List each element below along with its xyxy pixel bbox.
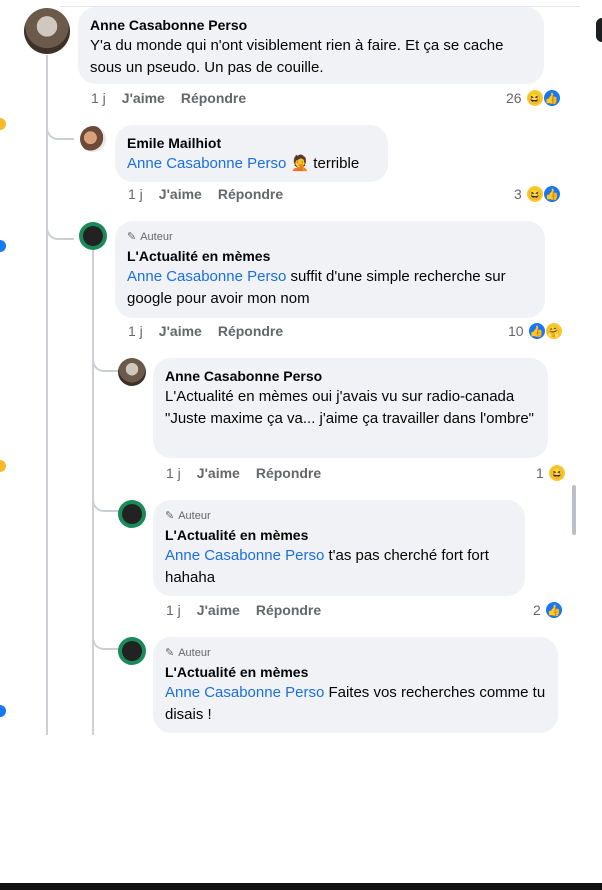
comment-bubble: Anne Casabonne Perso L'Actualité en mème… bbox=[153, 358, 548, 458]
comment-time[interactable]: 1 j bbox=[166, 465, 181, 481]
side-reaction-icon bbox=[0, 240, 6, 252]
reply-button[interactable]: Répondre bbox=[218, 186, 283, 202]
comment-text: L'Actualité en mèmes oui j'avais vu sur … bbox=[165, 388, 535, 427]
comment-author[interactable]: Anne Casabonne Perso bbox=[165, 367, 536, 386]
comment-author[interactable]: L'Actualité en mèmes bbox=[127, 247, 533, 266]
author-badge: ✎ Auteur bbox=[165, 647, 211, 659]
thread-connector bbox=[46, 220, 74, 240]
comment-time[interactable]: 1 j bbox=[166, 602, 181, 618]
avatar[interactable] bbox=[118, 637, 146, 665]
mention-link[interactable]: Anne Casabonne Perso bbox=[165, 547, 324, 564]
bottom-edge bbox=[0, 883, 602, 890]
comment-time[interactable]: 1 j bbox=[128, 323, 143, 339]
like-button[interactable]: J'aime bbox=[159, 186, 202, 202]
reply-button[interactable]: Répondre bbox=[256, 602, 321, 618]
like-icon: 👍 bbox=[527, 322, 546, 340]
reaction-summary[interactable]: 1 😆 bbox=[536, 464, 566, 482]
like-icon: 👍 bbox=[542, 89, 561, 107]
reaction-count: 2 bbox=[533, 602, 541, 618]
comment-bubble: ✎ Auteur L'Actualité en mèmes Anne Casabo… bbox=[153, 500, 525, 596]
reply-button[interactable]: Répondre bbox=[218, 323, 283, 339]
author-badge: ✎ Auteur bbox=[127, 231, 173, 243]
comment-author[interactable]: L'Actualité en mèmes bbox=[165, 526, 513, 545]
haha-icon: 😆 bbox=[525, 89, 544, 107]
like-button[interactable]: J'aime bbox=[197, 602, 240, 618]
comment-author[interactable]: L'Actualité en mèmes bbox=[165, 663, 546, 682]
comment-actions: 1 j J'aime Répondre bbox=[166, 602, 321, 618]
reaction-count: 1 bbox=[536, 465, 544, 481]
thread-connector bbox=[92, 630, 120, 650]
avatar[interactable] bbox=[118, 500, 146, 528]
comment-time[interactable]: 1 j bbox=[128, 186, 143, 202]
like-icon: 👍 bbox=[542, 185, 561, 203]
like-icon: 👍 bbox=[544, 601, 563, 619]
like-button[interactable]: J'aime bbox=[197, 465, 240, 481]
pencil-icon: ✎ bbox=[165, 510, 175, 522]
mention-link[interactable]: Anne Casabonne Perso bbox=[165, 684, 324, 701]
reaction-count: 3 bbox=[514, 186, 522, 202]
side-reaction-icon bbox=[0, 705, 6, 717]
comment-actions: 1 j J'aime Répondre bbox=[128, 323, 283, 339]
reaction-summary[interactable]: 26 😆 👍 bbox=[506, 89, 561, 107]
comment-bubble: Emile Mailhiot Anne Casabonne Perso 🤦 te… bbox=[115, 125, 388, 182]
side-reaction-icon bbox=[0, 118, 6, 130]
avatar[interactable] bbox=[118, 358, 146, 386]
reaction-count: 10 bbox=[508, 323, 524, 339]
mention-link[interactable]: Anne Casabonne Perso bbox=[127, 268, 286, 285]
reply-button[interactable]: Répondre bbox=[181, 90, 246, 106]
mention-link[interactable]: Anne Casabonne Perso bbox=[127, 155, 286, 172]
comment-author[interactable]: Anne Casabonne Perso bbox=[90, 16, 532, 35]
comment-time[interactable]: 1 j bbox=[91, 90, 106, 106]
avatar[interactable] bbox=[24, 8, 70, 54]
comment-bubble: ✎ Auteur L'Actualité en mèmes Anne Casabo… bbox=[153, 637, 558, 733]
comment-author[interactable]: Emile Mailhiot bbox=[127, 134, 376, 153]
reply-button[interactable]: Répondre bbox=[256, 465, 321, 481]
comment-text: terrible bbox=[309, 155, 360, 172]
comment-actions: 1 j J'aime Répondre bbox=[166, 465, 321, 481]
reaction-summary[interactable]: 3 😆 👍 bbox=[514, 185, 561, 203]
pencil-icon: ✎ bbox=[127, 231, 137, 243]
scrollbar[interactable] bbox=[572, 485, 576, 535]
comment-text: Y'a du monde qui n'ont visiblement rien … bbox=[90, 37, 504, 76]
comment-actions: 1 j J'aime Répondre bbox=[128, 186, 283, 202]
pencil-icon: ✎ bbox=[165, 647, 175, 659]
haha-icon: 😆 bbox=[525, 185, 544, 203]
comment-actions: 1 j J'aime Répondre bbox=[91, 90, 246, 106]
care-icon: 🤗 bbox=[544, 322, 563, 340]
facepalm-emoji: 🤦 bbox=[290, 155, 310, 172]
like-button[interactable]: J'aime bbox=[159, 323, 202, 339]
comment-bubble: Anne Casabonne Perso Y'a du monde qui n'… bbox=[78, 7, 544, 84]
reaction-summary[interactable]: 10 👍 🤗 bbox=[508, 322, 563, 340]
thread-connector bbox=[46, 120, 74, 140]
cut-off-avatar bbox=[596, 18, 602, 42]
thread-connector bbox=[92, 352, 120, 372]
side-reaction-icon bbox=[0, 460, 6, 472]
reaction-summary[interactable]: 2 👍 bbox=[533, 601, 563, 619]
like-button[interactable]: J'aime bbox=[122, 90, 165, 106]
avatar[interactable] bbox=[80, 126, 106, 152]
thread-line bbox=[46, 55, 48, 735]
comment-bubble: ✎ Auteur L'Actualité en mèmes Anne Casabo… bbox=[115, 221, 545, 318]
haha-icon: 😆 bbox=[547, 464, 566, 482]
comment-thread: Anne Casabonne Perso Y'a du monde qui n'… bbox=[0, 0, 602, 735]
avatar[interactable] bbox=[79, 222, 107, 250]
thread-connector bbox=[92, 492, 120, 512]
author-badge: ✎ Auteur bbox=[165, 510, 211, 522]
reaction-count: 26 bbox=[506, 90, 522, 106]
